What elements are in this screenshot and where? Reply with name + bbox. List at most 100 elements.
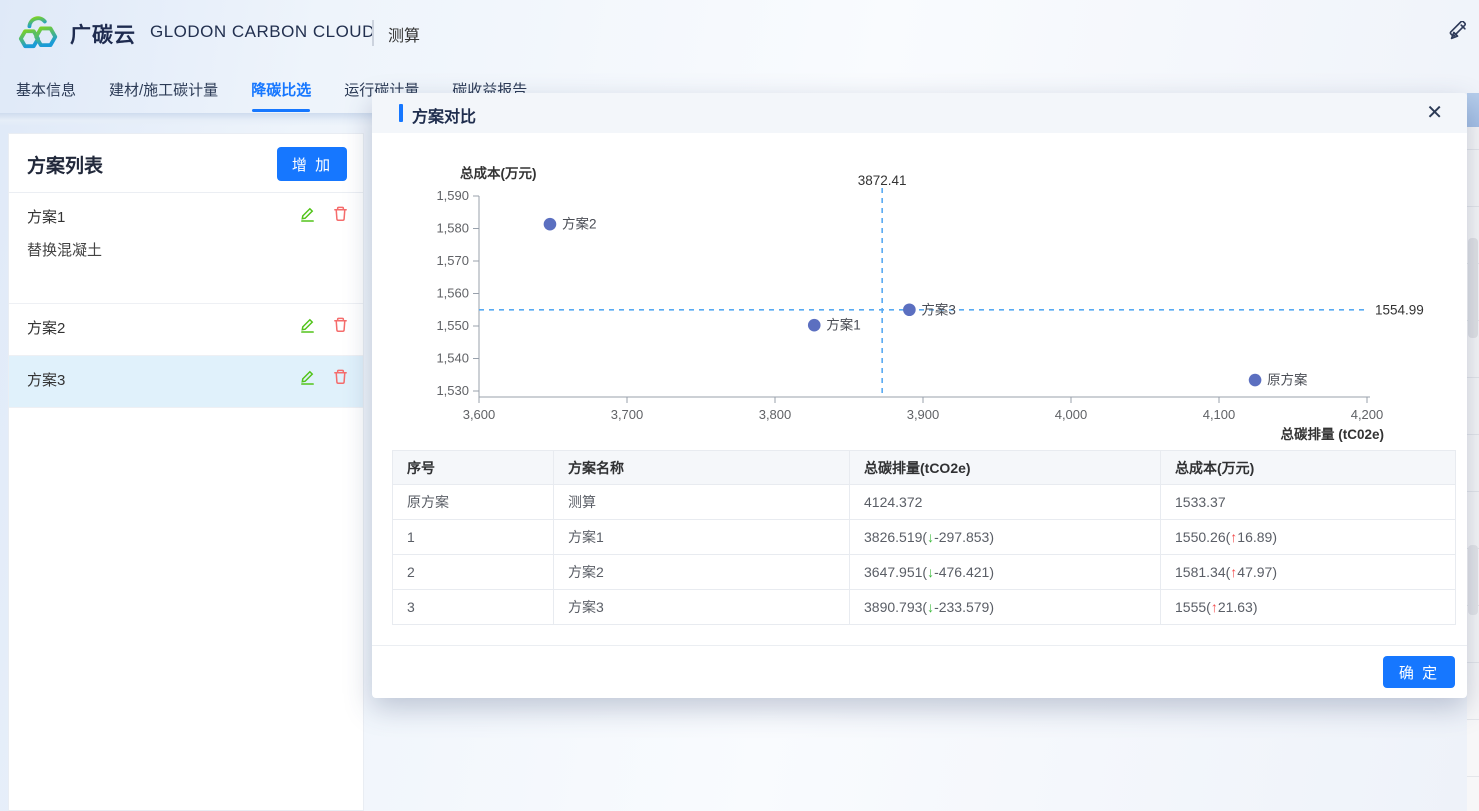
svg-text:1,580: 1,580 [436, 221, 469, 236]
header-divider [372, 20, 374, 46]
confirm-button[interactable]: 确 定 [1383, 656, 1455, 688]
glodon-carbon-cloud-logo [16, 9, 62, 55]
scatter-chart-container: 3,600 3,700 3,800 3,900 4,000 4,100 4,200 1,590… [372, 133, 1467, 451]
background-page-strip [1467, 93, 1479, 811]
comparison-table-container: 序号方案名称总碳排量(tCO2e)总成本(万元)原方案测算4124.372153… [392, 450, 1455, 625]
table-header-cell: 总成本(万元) [1161, 451, 1456, 485]
modal-header: 方案对比 ✕ [372, 93, 1467, 133]
plan-list-panel: 方案列表 增 加 方案1 替换混凝土 方案2 [8, 133, 364, 811]
modal-footer: 确 定 [372, 645, 1467, 698]
cell-carbon: 3826.519(↓-297.853) [850, 520, 1161, 555]
svg-text:3,600: 3,600 [463, 407, 496, 422]
crosshair-x-label: 3872.41 [858, 173, 907, 188]
tab-basic-info[interactable]: 基本信息 [16, 66, 76, 113]
cell-no: 3 [393, 590, 554, 625]
plan-name: 方案3 [27, 369, 65, 390]
cell-carbon: 3890.793(↓-233.579) [850, 590, 1161, 625]
edit-pencil-icon[interactable] [299, 368, 316, 385]
cell-cost: 1533.37 [1161, 485, 1456, 520]
background-band [1467, 93, 1479, 127]
svg-text:3,700: 3,700 [611, 407, 644, 422]
scrollbar-thumb [1468, 545, 1478, 615]
svg-text:4,000: 4,000 [1055, 407, 1088, 422]
cell-cost: 1550.26(↑16.89) [1161, 520, 1456, 555]
cell-no: 1 [393, 520, 554, 555]
scatter-point [903, 303, 916, 316]
table-header-cell: 总碳排量(tCO2e) [850, 451, 1161, 485]
plan-list-header: 方案列表 增 加 [9, 134, 363, 193]
decrease-arrow-icon: ↓ [927, 564, 934, 580]
tab-material-construction-carbon[interactable]: 建材/施工碳计量 [109, 66, 218, 113]
cell-no: 2 [393, 555, 554, 590]
add-plan-button[interactable]: 增 加 [277, 147, 347, 181]
table-row: 2方案23647.951(↓-476.421)1581.34(↑47.97) [393, 555, 1456, 590]
increase-arrow-icon: ↑ [1230, 529, 1237, 545]
decrease-arrow-icon: ↓ [927, 529, 934, 545]
crosshair-lines [479, 188, 1369, 397]
delete-trash-icon[interactable] [332, 316, 349, 333]
svg-text:4,200: 4,200 [1351, 407, 1384, 422]
cell-carbon: 4124.372 [850, 485, 1161, 520]
delete-trash-icon[interactable] [332, 205, 349, 222]
comparison-table: 序号方案名称总碳排量(tCO2e)总成本(万元)原方案测算4124.372153… [392, 450, 1456, 625]
svg-text:3,800: 3,800 [759, 407, 792, 422]
x-axis-title: 总碳排量 (tC02e) [1280, 426, 1384, 442]
title-accent-bar [399, 104, 403, 122]
increase-arrow-icon: ↑ [1211, 599, 1218, 615]
cell-cost: 1581.34(↑47.97) [1161, 555, 1456, 590]
design-tools-icon[interactable] [1447, 21, 1469, 43]
svg-text:3,900: 3,900 [907, 407, 940, 422]
cell-plan-name: 测算 [554, 485, 850, 520]
scrollbar-thumb[interactable] [1468, 238, 1478, 338]
point-label: 方案1 [826, 317, 861, 333]
table-header-cell: 序号 [393, 451, 554, 485]
cell-plan-name: 方案2 [554, 555, 850, 590]
svg-text:1,530: 1,530 [436, 383, 469, 398]
point-label: 原方案 [1267, 372, 1308, 388]
scatter-point [1249, 374, 1262, 387]
point-label: 方案2 [562, 216, 597, 232]
scatter-points: 方案2 方案1 方案3 原方案 [544, 216, 1308, 388]
plan-name: 方案2 [27, 317, 65, 338]
svg-text:1,590: 1,590 [436, 188, 469, 203]
scatter-point [544, 218, 557, 231]
y-axis-title: 总成本(万元) [460, 165, 537, 181]
plan-list-item-3-selected[interactable]: 方案3 [9, 356, 363, 408]
svg-text:1,560: 1,560 [436, 286, 469, 301]
plan-comparison-modal: 方案对比 ✕ 3,600 3,700 3,800 3,900 4,000 4,100 4,2… [372, 93, 1467, 698]
svg-text:1,550: 1,550 [436, 318, 469, 333]
crosshair-y-label: 1554.99 [1375, 302, 1424, 317]
modal-title: 方案对比 [412, 103, 476, 127]
svg-text:1,540: 1,540 [436, 351, 469, 366]
cell-carbon: 3647.951(↓-476.421) [850, 555, 1161, 590]
cell-no: 原方案 [393, 485, 554, 520]
module-name: 测算 [388, 22, 420, 46]
scatter-point [808, 319, 821, 332]
decrease-arrow-icon: ↓ [927, 599, 934, 615]
cell-plan-name: 方案3 [554, 590, 850, 625]
table-header-cell: 方案名称 [554, 451, 850, 485]
comparison-scatter-chart: 3,600 3,700 3,800 3,900 4,000 4,100 4,200 1,590… [372, 133, 1467, 451]
plan-list-item-1[interactable]: 方案1 替换混凝土 [9, 193, 363, 304]
increase-arrow-icon: ↑ [1230, 564, 1237, 580]
close-icon[interactable]: ✕ [1426, 101, 1443, 125]
app-header: 广碳云 GLODON CARBON CLOUD 测算 [0, 0, 1479, 66]
plan-list-item-2[interactable]: 方案2 [9, 304, 363, 356]
tab-carbon-reduction-comparison[interactable]: 降碳比选 [251, 66, 311, 113]
brand-name-cn: 广碳云 [70, 19, 136, 49]
edit-pencil-icon[interactable] [299, 205, 316, 222]
edit-pencil-icon[interactable] [299, 316, 316, 333]
point-label: 方案3 [921, 301, 956, 317]
table-row: 3方案33890.793(↓-233.579)1555(↑21.63) [393, 590, 1456, 625]
svg-text:4,100: 4,100 [1203, 407, 1236, 422]
plan-name: 方案1 [27, 206, 65, 227]
cell-cost: 1555(↑21.63) [1161, 590, 1456, 625]
table-row: 1方案13826.519(↓-297.853)1550.26(↑16.89) [393, 520, 1456, 555]
table-row: 原方案测算4124.3721533.37 [393, 485, 1456, 520]
plan-description: 替换混凝土 [27, 239, 102, 260]
svg-text:1,570: 1,570 [436, 253, 469, 268]
brand-name-en: GLODON CARBON CLOUD [150, 22, 375, 42]
axes [473, 196, 1370, 403]
delete-trash-icon[interactable] [332, 368, 349, 385]
cell-plan-name: 方案1 [554, 520, 850, 555]
